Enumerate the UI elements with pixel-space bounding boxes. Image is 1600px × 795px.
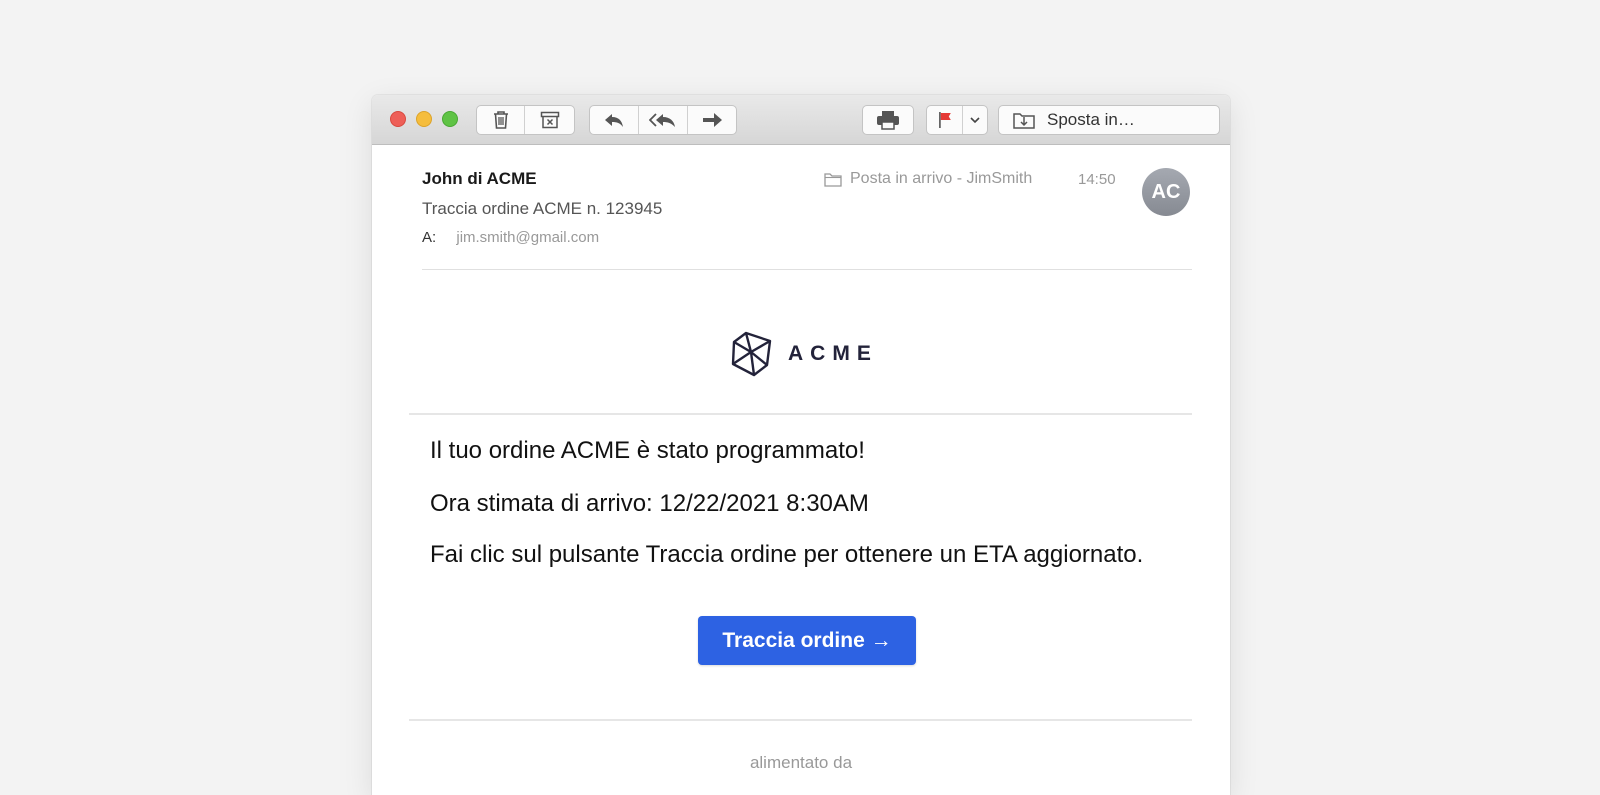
mailbox-label: Posta in arrivo - JimSmith <box>850 170 1033 187</box>
to-label: A: <box>422 229 437 246</box>
delete-button[interactable] <box>477 106 525 134</box>
reply-forward-group <box>589 105 737 135</box>
flag-icon <box>938 112 951 128</box>
sender-name: John di ACME <box>422 169 537 188</box>
brand-name: ACME <box>788 342 878 365</box>
reply-all-button[interactable] <box>639 106 688 134</box>
mailbox-location[interactable]: Posta in arrivo - JimSmith <box>824 170 1032 188</box>
acme-logo: ACME <box>730 331 878 377</box>
flag-button[interactable] <box>927 106 963 134</box>
print-group <box>862 105 914 135</box>
recipient-address[interactable]: jim.smith@gmail.com <box>456 229 599 246</box>
body-divider-bottom <box>409 719 1192 721</box>
mail-window: Sposta in… John di ACME Traccia ordine A… <box>372 95 1230 795</box>
delete-archive-group <box>476 105 575 135</box>
email-subject: Traccia ordine ACME n. 123945 <box>422 199 663 218</box>
instruction-text: Fai clic sul pulsante Traccia ordine per… <box>430 541 1144 568</box>
move-to-folder-icon <box>1013 113 1035 129</box>
forward-button[interactable] <box>688 106 736 134</box>
chevron-down-icon <box>970 117 980 124</box>
printer-icon <box>877 111 899 130</box>
reply-icon <box>605 114 623 127</box>
zoom-window-button[interactable] <box>442 111 458 127</box>
toolbar: Sposta in… <box>372 95 1230 145</box>
avatar-initials: AC <box>1151 180 1181 203</box>
header-divider <box>422 269 1192 270</box>
body-divider-top <box>409 413 1192 415</box>
folder-icon <box>824 172 842 187</box>
flag-menu-button[interactable] <box>963 106 987 134</box>
close-window-button[interactable] <box>390 111 406 127</box>
archive-icon <box>540 111 559 129</box>
move-to-button[interactable]: Sposta in… <box>998 105 1220 135</box>
powered-by-text: alimentato da <box>749 753 853 772</box>
eta-text: Ora stimata di arrivo: 12/22/2021 8:30AM <box>430 490 869 517</box>
order-scheduled-text: Il tuo ordine ACME è stato programmato! <box>430 437 865 464</box>
archive-button[interactable] <box>525 106 574 134</box>
track-order-button[interactable]: Traccia ordine → <box>698 616 916 665</box>
forward-icon <box>703 113 722 127</box>
move-to-label: Sposta in… <box>1047 110 1135 129</box>
sender-avatar: AC <box>1142 168 1190 216</box>
minimize-window-button[interactable] <box>416 111 432 127</box>
flag-group <box>926 105 988 135</box>
trash-icon <box>493 111 508 129</box>
reply-all-icon <box>649 113 675 127</box>
acme-cube-logo <box>731 331 772 377</box>
recipient-row: A: jim.smith@gmail.com <box>422 229 599 246</box>
print-button[interactable] <box>863 106 913 134</box>
email-time: 14:50 <box>1078 171 1116 188</box>
reply-button[interactable] <box>590 106 639 134</box>
